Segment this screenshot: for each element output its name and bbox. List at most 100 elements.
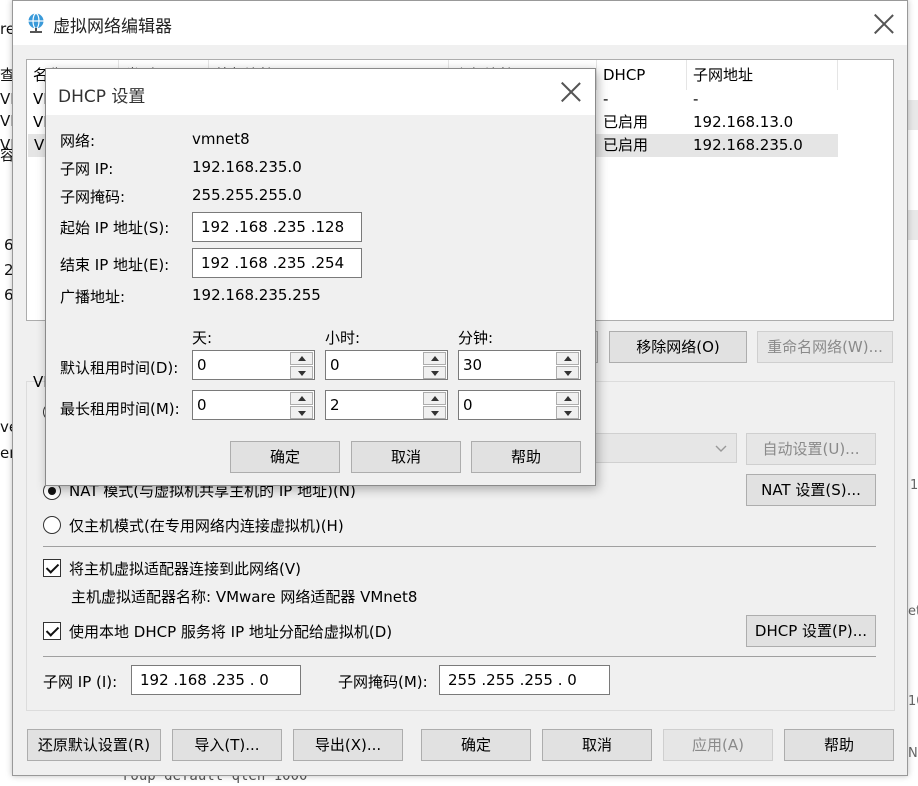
default-lease-label: 默认租用时间(D): (60, 359, 179, 377)
bg-panel (908, 100, 918, 130)
stepper-value: 0 (330, 356, 340, 374)
dhcp-settings-dialog: DHCP 设置 网络: vmnet8 子网 IP: 192.168.235.0 … (45, 68, 596, 486)
host-only-radio[interactable] (43, 516, 61, 534)
bg-fragment: 1 (910, 478, 918, 493)
dhcp-settings-button[interactable]: DHCP 设置(P)... (746, 615, 876, 647)
minutes-column-label: 分钟: (458, 329, 494, 347)
end-ip-input[interactable]: 192 .168 .235 .254 (192, 248, 362, 278)
dialog-title-bar: DHCP 设置 (46, 69, 595, 115)
restore-defaults-button[interactable]: 还原默认设置(R) (27, 729, 161, 761)
bg-fragment: er (0, 444, 12, 462)
bg-fragment: VI (0, 90, 12, 108)
close-icon[interactable] (873, 13, 895, 35)
end-ip-label: 结束 IP 地址(E): (60, 256, 170, 274)
max-lease-label: 最长租用时间(M): (60, 400, 180, 418)
export-button[interactable]: 导出(X)... (293, 729, 403, 761)
bg-fragment: VI (0, 112, 12, 130)
spin-up-icon[interactable] (290, 392, 313, 405)
spin-down-icon[interactable] (556, 406, 579, 419)
max-lease-hours-stepper[interactable]: 2 (325, 390, 448, 420)
globe-network-icon (28, 12, 44, 33)
stepper-value: 2 (330, 396, 340, 414)
broadcast-value: 192.168.235.255 (192, 286, 321, 304)
chevron-down-icon (715, 445, 727, 452)
title-bar: 虚拟网络编辑器 (13, 1, 907, 45)
cell-subnet: 192.168.235.0 (693, 136, 803, 154)
bg-fragment: ve (0, 418, 12, 436)
spin-up-icon[interactable] (290, 352, 313, 365)
adapter-name-text: 主机虚拟适配器名称: VMware 网络适配器 VMnet8 (71, 588, 418, 606)
spin-down-icon[interactable] (290, 406, 313, 419)
spin-up-icon[interactable] (423, 352, 446, 365)
stepper-value: 0 (197, 396, 207, 414)
dialog-title: DHCP 设置 (58, 87, 146, 107)
bg-fragment: 10 (908, 694, 918, 709)
subnet-ip-label: 子网 IP (I): (43, 673, 118, 691)
default-lease-minutes-stepper[interactable]: 30 (458, 350, 581, 380)
nat-settings-button[interactable]: NAT 设置(S)... (746, 474, 876, 506)
subnet-ip-input[interactable]: 192 .168 .235 . 0 (131, 665, 301, 695)
connect-adapter-label[interactable]: 将主机虚拟适配器连接到此网络(V) (69, 558, 301, 579)
network-value: vmnet8 (192, 130, 250, 148)
spin-down-icon[interactable] (423, 366, 446, 379)
cancel-button[interactable]: 取消 (542, 729, 652, 761)
apply-button[interactable]: 应用(A) (663, 729, 773, 761)
subnet-ip-value: 192.168.235.0 (192, 158, 302, 176)
bg-fragment: 6 (4, 286, 12, 304)
hours-column-label: 小时: (325, 329, 361, 347)
default-lease-days-stepper[interactable]: 0 (192, 350, 315, 380)
bg-fragment: 2 (4, 261, 12, 279)
help-button[interactable]: 帮助 (784, 729, 894, 761)
cell-dhcp: 已启用 (603, 136, 649, 154)
spin-up-icon[interactable] (423, 392, 446, 405)
auto-settings-button[interactable]: 自动设置(U)... (746, 433, 876, 465)
cell-dhcp: - (603, 90, 609, 108)
subnet-ip-label: 子网 IP: (60, 160, 114, 178)
bg-fragment: N (908, 746, 918, 761)
subnet-mask-label: 子网掩码: (60, 188, 126, 206)
dhcp-ok-button[interactable]: 确定 (230, 441, 340, 473)
bg-fragment: 容 (0, 146, 12, 164)
bg-fragment: et (908, 604, 918, 619)
divider (43, 656, 876, 657)
start-ip-label: 起始 IP 地址(S): (60, 219, 170, 237)
subnet-mask-input[interactable]: 255 .255 .255 . 0 (439, 665, 610, 695)
window-title: 虚拟网络编辑器 (53, 17, 172, 37)
stepper-value: 0 (197, 356, 207, 374)
spin-down-icon[interactable] (556, 366, 579, 379)
max-lease-days-stepper[interactable]: 0 (192, 390, 315, 420)
start-ip-input[interactable]: 192 .168 .235 .128 (192, 212, 362, 242)
remove-network-button[interactable]: 移除网络(O) (609, 331, 747, 363)
spin-down-icon[interactable] (290, 366, 313, 379)
close-icon[interactable] (560, 81, 582, 103)
cell-subnet: 192.168.13.0 (693, 113, 794, 131)
cell-dhcp: 已启用 (603, 113, 649, 131)
host-only-label[interactable]: 仅主机模式(在专用网络内连接虚拟机)(H) (69, 515, 344, 536)
spin-down-icon[interactable] (423, 406, 446, 419)
subnet-mask-value: 255.255.255.0 (192, 186, 302, 204)
broadcast-label: 广播地址: (60, 288, 126, 306)
column-header-subnet[interactable]: 子网地址 (687, 60, 838, 90)
column-header-dhcp[interactable]: DHCP (597, 60, 687, 90)
spin-up-icon[interactable] (556, 352, 579, 365)
dhcp-cancel-button[interactable]: 取消 (351, 441, 461, 473)
subnet-mask-label: 子网掩码(M): (338, 673, 428, 691)
use-dhcp-checkbox[interactable] (43, 622, 61, 640)
bg-fragment: 6 (4, 236, 12, 254)
import-button[interactable]: 导入(T)... (172, 729, 282, 761)
network-label: 网络: (60, 132, 96, 150)
stepper-value: 0 (463, 396, 473, 414)
use-dhcp-label[interactable]: 使用本地 DHCP 服务将 IP 地址分配给虚拟机(D) (69, 621, 392, 642)
connect-adapter-checkbox[interactable] (43, 559, 61, 577)
ok-button[interactable]: 确定 (421, 729, 531, 761)
cell-subnet: - (693, 90, 699, 108)
max-lease-minutes-stepper[interactable]: 0 (458, 390, 581, 420)
spin-up-icon[interactable] (556, 392, 579, 405)
days-column-label: 天: (192, 329, 213, 347)
bg-panel (908, 210, 918, 240)
divider (43, 546, 876, 547)
stepper-value: 30 (463, 356, 483, 374)
default-lease-hours-stepper[interactable]: 0 (325, 350, 448, 380)
dhcp-help-button[interactable]: 帮助 (471, 441, 581, 473)
rename-network-button[interactable]: 重命名网络(W)... (757, 331, 893, 363)
